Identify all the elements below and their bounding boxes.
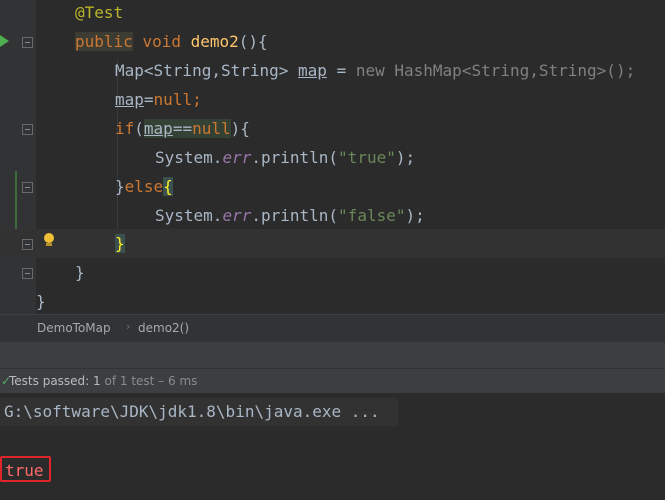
system-object: System.: [155, 148, 223, 167]
keyword-null: null: [153, 90, 193, 109]
call-end: );: [395, 148, 416, 167]
println-call: .println(: [251, 148, 339, 167]
string-literal: "true": [338, 148, 396, 167]
console-output[interactable]: G:\software\JDK\jdk1.8\bin\java.exe ... …: [0, 393, 665, 500]
status-label: Tests passed:: [9, 374, 94, 388]
err-field: err: [222, 206, 252, 225]
fold-icon[interactable]: [22, 239, 33, 250]
variable-map: map: [298, 61, 327, 80]
constructor-call: HashMap<String,String>();: [384, 61, 636, 80]
fold-icon[interactable]: [22, 182, 33, 193]
variable-map: map: [115, 90, 144, 109]
breadcrumb-class[interactable]: DemoToMap: [37, 321, 111, 335]
test-status-bar: ✓ Tests passed: 1 of 1 test – 6 ms: [0, 368, 665, 393]
matched-brace: }: [115, 234, 125, 253]
keyword-if: if: [115, 119, 135, 138]
equals-op: ==: [172, 119, 193, 138]
type-declaration: Map<String,String>: [115, 61, 299, 80]
err-field: err: [222, 148, 252, 167]
stderr-output: true: [0, 456, 51, 482]
brace-close: }: [36, 292, 46, 311]
brace-close: }: [75, 263, 85, 282]
method-name: demo2: [190, 32, 239, 51]
keyword-else: else: [124, 177, 164, 196]
status-detail: of 1 test – 6 ms: [100, 374, 198, 388]
paren-close: ){: [230, 119, 250, 138]
keyword-new: new: [355, 61, 385, 80]
code-line-10[interactable]: }: [0, 258, 665, 287]
brace-close: }: [115, 177, 125, 196]
println-call: .println(: [251, 206, 339, 225]
code-line-7[interactable]: }else{: [0, 172, 665, 201]
code-line-1[interactable]: @Test: [0, 0, 665, 27]
code-line-6[interactable]: System.err.println("true");: [0, 143, 665, 172]
breadcrumb: DemoToMap › demo2(): [0, 314, 665, 342]
panel-divider: [0, 342, 665, 368]
assign-op: =: [326, 61, 356, 80]
code-line-9[interactable]: }: [0, 229, 665, 258]
code-editor[interactable]: @Test public void demo2(){ Map<String,St…: [0, 0, 665, 314]
string-literal: "false": [338, 206, 406, 225]
annotation: @Test: [75, 3, 124, 22]
fold-icon[interactable]: [22, 124, 33, 135]
keyword-null: null: [192, 119, 231, 138]
variable-map: map: [143, 119, 173, 138]
method-params: (){: [238, 32, 268, 51]
lightbulb-icon[interactable]: [44, 233, 54, 246]
system-object: System.: [155, 206, 223, 225]
code-line-5[interactable]: if(map==null){: [0, 114, 665, 143]
test-status-text: Tests passed: 1 of 1 test – 6 ms: [9, 369, 197, 393]
code-line-2[interactable]: public void demo2(){: [0, 27, 665, 56]
call-end: );: [405, 206, 425, 225]
fold-icon[interactable]: [22, 268, 33, 279]
code-line-11[interactable]: }: [0, 287, 665, 316]
code-line-8[interactable]: System.err.println("false");: [0, 201, 665, 230]
code-line-3[interactable]: Map<String,String> map = new HashMap<Str…: [0, 56, 665, 85]
semicolon: ;: [192, 90, 202, 109]
keyword-void: void: [142, 32, 181, 51]
breadcrumb-separator: ›: [126, 320, 131, 333]
breadcrumb-method[interactable]: demo2(): [138, 321, 189, 335]
assign-op: =: [143, 90, 154, 109]
paren-open: (: [134, 119, 144, 138]
matched-brace: {: [163, 177, 173, 196]
passed-count: 1: [93, 374, 101, 388]
command-line[interactable]: G:\software\JDK\jdk1.8\bin\java.exe ...: [0, 398, 398, 426]
fold-icon[interactable]: [22, 37, 33, 48]
code-line-4[interactable]: map=null;: [0, 85, 665, 114]
keyword-public: public: [75, 32, 133, 51]
